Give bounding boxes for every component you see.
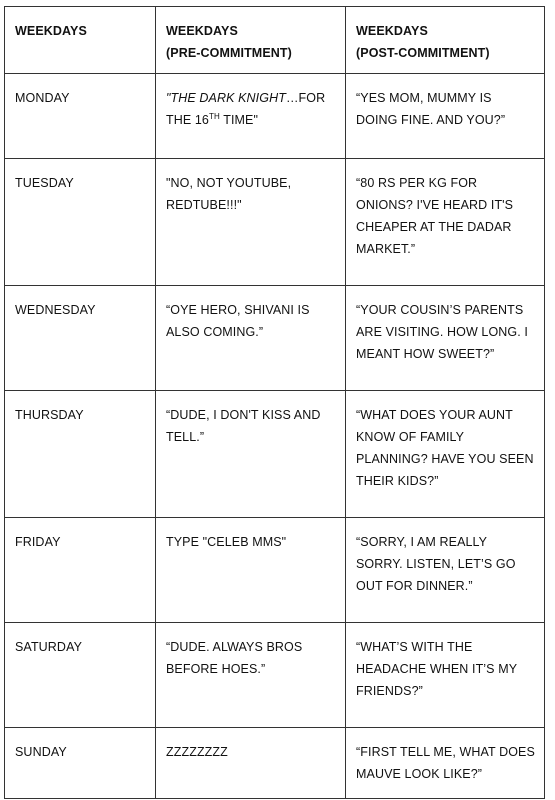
day-cell: FRIDAY <box>4 517 156 623</box>
post-commitment-cell: “SORRY, I AM REALLY SORRY. LISTEN, LET’S… <box>345 517 545 623</box>
table-row-tuesday: TUESDAY "NO, NOT YOUTUBE, REDTUBE!!!" “8… <box>4 158 545 286</box>
pre-commitment-cell: “DUDE. ALWAYS BROS BEFORE HOES.” <box>155 622 346 728</box>
post-commitment-cell: “YES MOM, MUMMY IS DOING FINE. AND YOU?” <box>345 73 545 159</box>
day-cell: SATURDAY <box>4 622 156 728</box>
table-row-thursday: THURSDAY “DUDE, I DON'T KISS AND TELL.” … <box>4 390 545 518</box>
post-commitment-cell: “WHAT DOES YOUR AUNT KNOW OF FAMILY PLAN… <box>345 390 545 518</box>
weekdays-table: WEEKDAYS WEEKDAYS (PRE-COMMITMENT) WEEKD… <box>4 6 545 799</box>
day-cell: THURSDAY <box>4 390 156 518</box>
pre-commitment-cell: ZZZZZZZZ <box>155 727 346 799</box>
table-row-wednesday: WEDNESDAY “OYE HERO, SHIVANI IS ALSO COM… <box>4 285 545 391</box>
pre-text-end: TIME" <box>219 113 259 127</box>
header-pre-commitment: WEEKDAYS (PRE-COMMITMENT) <box>155 6 346 74</box>
header-weekdays: WEEKDAYS <box>4 6 156 74</box>
post-commitment-cell: “80 RS PER KG FOR ONIONS? I'VE HEARD IT'… <box>345 158 545 286</box>
post-commitment-cell: “YOUR COUSIN’S PARENTS ARE VISITING. HOW… <box>345 285 545 391</box>
table-row-sunday: SUNDAY ZZZZZZZZ “FIRST TELL ME, WHAT DOE… <box>4 727 545 799</box>
post-commitment-cell: “WHAT’S WITH THE HEADACHE WHEN IT’S MY F… <box>345 622 545 728</box>
table-row-saturday: SATURDAY “DUDE. ALWAYS BROS BEFORE HOES.… <box>4 622 545 728</box>
pre-commitment-cell: TYPE "CELEB MMS" <box>155 517 346 623</box>
pre-commitment-cell: “DUDE, I DON'T KISS AND TELL.” <box>155 390 346 518</box>
day-cell: MONDAY <box>4 73 156 159</box>
table-row-monday: MONDAY "THE DARK KNIGHT…FOR THE 16TH TIM… <box>4 73 545 159</box>
header-post-commitment: WEEKDAYS (POST-COMMITMENT) <box>345 6 545 74</box>
header-weekdays-label: WEEKDAYS <box>15 24 87 38</box>
day-cell: SUNDAY <box>4 727 156 799</box>
header-pre-line1: WEEKDAYS <box>166 24 238 38</box>
pre-commitment-cell: "THE DARK KNIGHT…FOR THE 16TH TIME" <box>155 73 346 159</box>
pre-commitment-cell: "NO, NOT YOUTUBE, REDTUBE!!!" <box>155 158 346 286</box>
table-row-friday: FRIDAY TYPE "CELEB MMS" “SORRY, I AM REA… <box>4 517 545 623</box>
pre-commitment-cell: “OYE HERO, SHIVANI IS ALSO COMING.” <box>155 285 346 391</box>
header-pre-line2: (PRE-COMMITMENT) <box>166 46 292 60</box>
pre-italic-text: "THE DARK KNIGHT <box>166 91 286 105</box>
day-cell: WEDNESDAY <box>4 285 156 391</box>
header-post-line1: WEEKDAYS <box>356 24 428 38</box>
header-post-line2: (POST-COMMITMENT) <box>356 46 490 60</box>
pre-superscript: TH <box>208 112 220 121</box>
day-cell: TUESDAY <box>4 158 156 286</box>
header-row: WEEKDAYS WEEKDAYS (PRE-COMMITMENT) WEEKD… <box>4 6 545 74</box>
post-commitment-cell: “FIRST TELL ME, WHAT DOES MAUVE LOOK LIK… <box>345 727 545 799</box>
